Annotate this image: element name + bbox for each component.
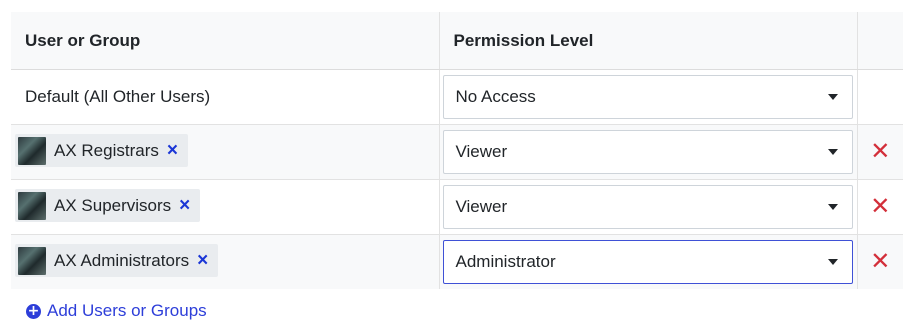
permission-select-default[interactable]: No Access: [442, 75, 853, 119]
permission-select[interactable]: Viewer: [442, 130, 853, 174]
remove-chip-icon[interactable]: ×: [179, 196, 190, 215]
group-chip: AX Supervisors ×: [15, 189, 201, 223]
header-user-or-group: User or Group: [11, 12, 440, 70]
group-name: AX Registrars: [54, 140, 159, 160]
delete-row-icon[interactable]: ✕: [858, 195, 903, 219]
permission-select-value: No Access: [455, 87, 536, 106]
permission-select-value: Viewer: [455, 197, 508, 216]
plus-circle-icon: +: [26, 302, 41, 319]
group-avatar-icon: [18, 191, 46, 220]
permissions-table: User or Group Permission Level Default (…: [11, 12, 903, 289]
chevron-down-icon: [827, 149, 838, 155]
table-row: AX Administrators × Administrator ✕: [11, 234, 903, 289]
remove-chip-icon[interactable]: ×: [167, 141, 178, 160]
chevron-down-icon: [827, 259, 838, 265]
group-avatar-icon: [18, 136, 46, 165]
table-row: AX Registrars × Viewer ✕: [11, 124, 903, 180]
delete-row-icon[interactable]: ✕: [858, 140, 903, 164]
group-name: AX Administrators: [54, 250, 190, 270]
permissions-panel: User or Group Permission Level Default (…: [0, 0, 903, 331]
permission-select-value: Administrator: [455, 252, 556, 271]
chevron-down-icon: [827, 94, 838, 100]
default-users-label: Default (All Other Users): [25, 87, 211, 106]
add-users-or-groups-link[interactable]: + Add Users or Groups: [26, 301, 207, 321]
delete-row-icon[interactable]: ✕: [858, 250, 903, 274]
header-permission-level: Permission Level: [439, 12, 858, 70]
chevron-down-icon: [827, 204, 838, 210]
table-header-row: User or Group Permission Level: [11, 12, 903, 70]
table-row: AX Supervisors × Viewer ✕: [11, 179, 903, 235]
permission-select[interactable]: Administrator: [442, 240, 853, 284]
permission-select[interactable]: Viewer: [442, 185, 853, 229]
group-chip: AX Registrars ×: [15, 134, 188, 168]
group-chip: AX Administrators ×: [15, 244, 219, 278]
remove-chip-icon[interactable]: ×: [197, 251, 208, 270]
add-users-or-groups-label: Add Users or Groups: [47, 301, 207, 320]
header-actions: [857, 12, 903, 70]
group-name: AX Supervisors: [54, 195, 172, 215]
group-avatar-icon: [18, 246, 46, 275]
permission-select-value: Viewer: [455, 142, 508, 161]
table-row-default: Default (All Other Users) No Access: [11, 69, 903, 125]
